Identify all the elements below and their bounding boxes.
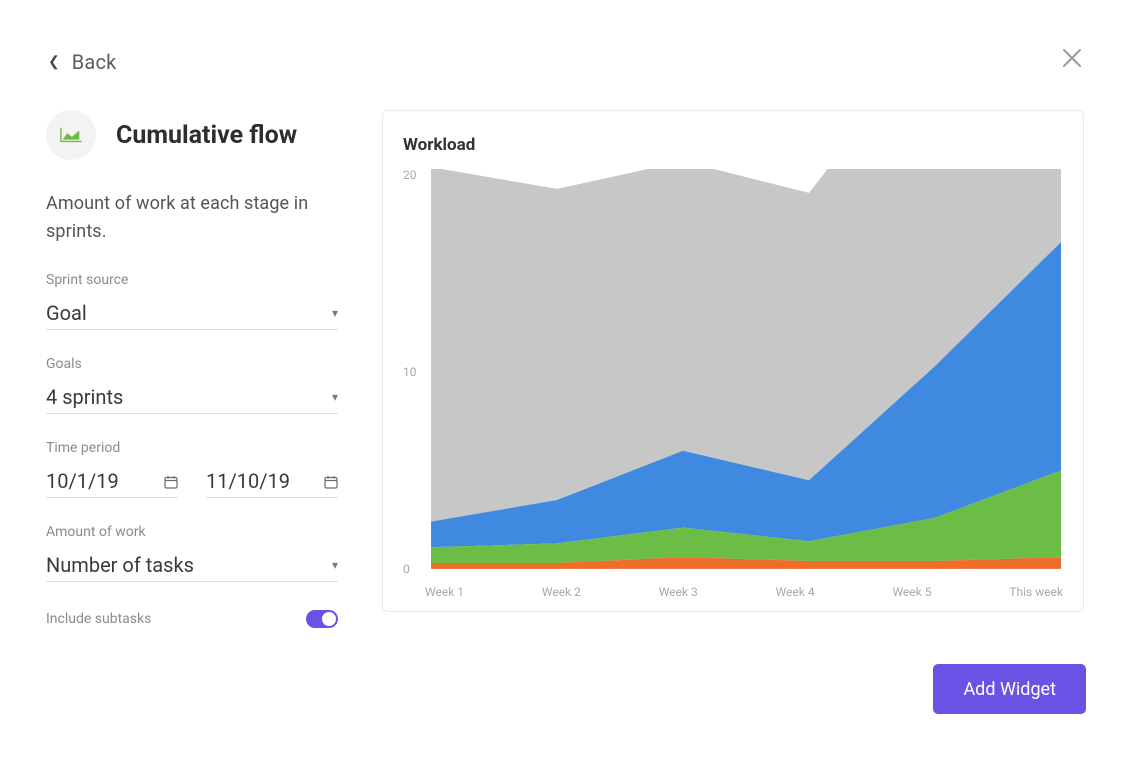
back-label: Back bbox=[72, 50, 117, 74]
date-end-input[interactable]: 11/10/19 bbox=[206, 466, 338, 498]
chevron-down-icon: ▾ bbox=[332, 306, 338, 320]
calendar-icon bbox=[164, 474, 178, 488]
field-sprint-source: Sprint source Goal ▾ bbox=[46, 272, 338, 330]
y-tick: 20 bbox=[403, 168, 417, 182]
toggle-label: Include subtasks bbox=[46, 611, 151, 627]
area-chart bbox=[421, 169, 1063, 575]
field-label: Amount of work bbox=[46, 524, 338, 540]
area-chart-icon bbox=[46, 110, 96, 160]
chevron-down-icon: ▾ bbox=[332, 558, 338, 572]
date-start-input[interactable]: 10/1/19 bbox=[46, 466, 178, 498]
add-widget-button[interactable]: Add Widget bbox=[933, 664, 1086, 714]
x-tick: Week 5 bbox=[892, 585, 931, 599]
chart-area: 0 10 20 Week 1 Week 2 Week 3 Week 4 Week 5 This… bbox=[403, 169, 1063, 599]
field-label: Time period bbox=[46, 440, 338, 456]
amount-select[interactable]: Number of tasks ▾ bbox=[46, 550, 338, 582]
chart-title: Workload bbox=[403, 135, 1063, 155]
field-value: 4 sprints bbox=[46, 385, 123, 409]
chevron-left-icon: ❮ bbox=[48, 54, 60, 70]
config-panel: Cumulative flow Amount of work at each s… bbox=[46, 110, 338, 628]
chart-card: Workload 01020 Week 1Week 2Week 3Week 4W… bbox=[382, 110, 1084, 612]
x-axis-ticks: Week 1 Week 2 Week 3 Week 4 Week 5 This week bbox=[425, 585, 1063, 599]
back-button[interactable]: ❮ Back bbox=[48, 50, 116, 74]
field-label: Goals bbox=[46, 356, 338, 372]
field-value: Number of tasks bbox=[46, 553, 194, 577]
include-subtasks-toggle[interactable] bbox=[306, 610, 338, 628]
x-tick: Week 4 bbox=[776, 585, 815, 599]
x-tick: Week 3 bbox=[659, 585, 698, 599]
y-tick: 0 bbox=[403, 562, 410, 576]
field-goals: Goals 4 sprints ▾ bbox=[46, 356, 338, 414]
sprint-source-select[interactable]: Goal ▾ bbox=[46, 298, 338, 330]
panel-title-row: Cumulative flow bbox=[46, 110, 338, 160]
panel-subtitle: Amount of work at each stage in sprints. bbox=[46, 190, 338, 246]
date-start-value: 10/1/19 bbox=[46, 469, 119, 493]
x-tick: This week bbox=[1009, 585, 1063, 599]
close-icon bbox=[1060, 46, 1084, 70]
field-include-subtasks: Include subtasks bbox=[46, 610, 338, 628]
goals-select[interactable]: 4 sprints ▾ bbox=[46, 382, 338, 414]
close-button[interactable] bbox=[1056, 42, 1088, 74]
date-end-value: 11/10/19 bbox=[206, 469, 290, 493]
x-tick: Week 1 bbox=[425, 585, 464, 599]
panel-title: Cumulative flow bbox=[116, 121, 297, 150]
y-tick: 10 bbox=[403, 365, 417, 379]
field-time-period: Time period 10/1/19 11/10/19 bbox=[46, 440, 338, 498]
field-value: Goal bbox=[46, 301, 87, 325]
add-widget-label: Add Widget bbox=[963, 679, 1056, 700]
x-tick: Week 2 bbox=[542, 585, 581, 599]
field-amount-of-work: Amount of work Number of tasks ▾ bbox=[46, 524, 338, 582]
chevron-down-icon: ▾ bbox=[332, 390, 338, 404]
field-label: Sprint source bbox=[46, 272, 338, 288]
calendar-icon bbox=[324, 474, 338, 488]
